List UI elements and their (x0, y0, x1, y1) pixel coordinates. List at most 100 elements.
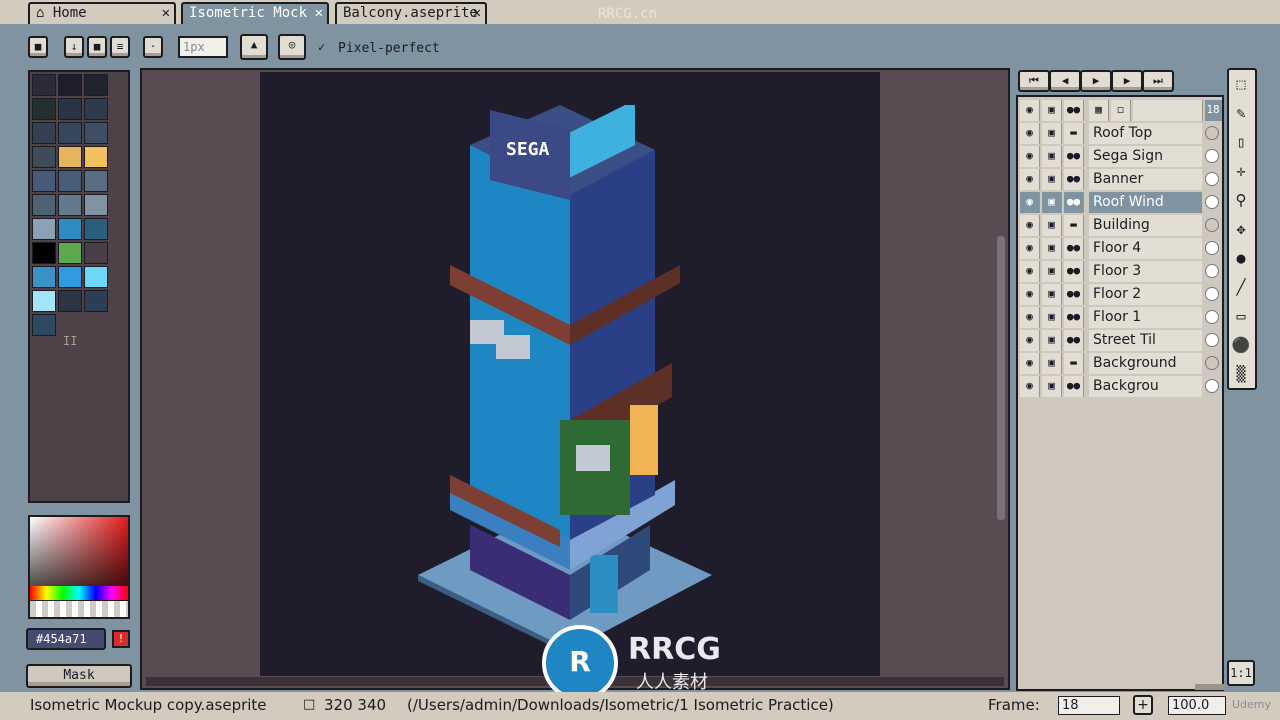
layer-name[interactable]: Roof Top (1089, 123, 1202, 144)
layer-name[interactable]: Background (1089, 353, 1202, 374)
cel-icon[interactable] (1205, 356, 1219, 370)
eye-icon[interactable]: ◉ (1020, 261, 1040, 282)
lock-icon[interactable]: ▣ (1042, 307, 1062, 328)
next-frame-icon[interactable]: ▶ (1111, 70, 1143, 92)
layers-scroll[interactable] (1195, 684, 1225, 690)
lock-icon[interactable]: ▣ (1042, 100, 1062, 121)
cel-icon[interactable] (1205, 218, 1219, 232)
line-icon[interactable]: ╱ (1229, 275, 1253, 299)
zoom-icon[interactable]: ⚲ (1229, 188, 1253, 212)
rectangular-marquee-icon[interactable]: ⬚ (1229, 72, 1253, 96)
hue-slider[interactable] (30, 586, 128, 600)
cel-icon[interactable] (1205, 195, 1219, 209)
lock-icon[interactable]: ▣ (1042, 353, 1062, 374)
palette-swatch[interactable] (32, 170, 56, 192)
tab-balcony-close-icon[interactable]: ✕ (473, 4, 481, 22)
lock-icon[interactable]: ▣ (1042, 376, 1062, 397)
layer-name[interactable]: Building (1089, 215, 1202, 236)
move-icon[interactable]: ✥ (1229, 217, 1253, 241)
tab-isometric-mock[interactable]: Isometric Mock ✕ (181, 2, 329, 24)
palette-swatch[interactable] (58, 122, 82, 144)
palette-swatch[interactable] (58, 290, 82, 312)
cel-icon[interactable] (1205, 241, 1219, 255)
lock-icon[interactable]: ▣ (1042, 261, 1062, 282)
eye-icon[interactable]: ◉ (1020, 100, 1040, 121)
eye-icon[interactable]: ◉ (1020, 376, 1040, 397)
folder-icon[interactable]: ▬ (1064, 353, 1084, 374)
search-icon[interactable]: ◎ (278, 34, 306, 60)
first-frame-icon[interactable]: ⏮ (1018, 70, 1050, 92)
palette-swatch[interactable] (58, 194, 82, 216)
lock-icon[interactable]: ▣ (1042, 169, 1062, 190)
lock-icon[interactable]: ▣ (1042, 238, 1062, 259)
cel-icon[interactable] (1205, 264, 1219, 278)
palette-swatch[interactable] (58, 170, 82, 192)
layer-name[interactable]: Floor 4 (1089, 238, 1202, 259)
pencil-icon[interactable]: ✎ (1229, 101, 1253, 125)
blob-icon[interactable]: ⚫ (1229, 333, 1253, 357)
palette-swatch[interactable] (32, 266, 56, 288)
palette-swatch[interactable] (84, 170, 108, 192)
actual-size-button[interactable]: 1:1 (1227, 660, 1255, 686)
layer-row[interactable]: ◉ ▣ ▬ Roof Top (1018, 122, 1222, 145)
ink-icon[interactable]: ▲ (240, 34, 268, 60)
layer-row[interactable]: ◉ ▣ ●● Street Til (1018, 329, 1222, 352)
cel-icon[interactable] (1205, 172, 1219, 186)
layer-name[interactable]: Roof Wind (1089, 192, 1202, 213)
tab-balcony[interactable]: Balcony.aseprite ✕ (335, 2, 487, 24)
eye-icon[interactable]: ◉ (1020, 238, 1040, 259)
lock-icon[interactable]: ▣ (1042, 284, 1062, 305)
rectangle-icon[interactable]: ▭ (1229, 304, 1253, 328)
lock-icon[interactable]: ■ (28, 36, 48, 58)
layer-name[interactable]: Banner (1089, 169, 1202, 190)
eye-icon[interactable]: ◉ (1020, 284, 1040, 305)
palette-swatch[interactable] (32, 146, 56, 168)
palette-swatch[interactable] (32, 98, 56, 120)
tab-isometric-mock-close-icon[interactable]: ✕ (315, 4, 323, 22)
link-icon[interactable]: ●● (1064, 284, 1084, 305)
layer-row[interactable]: ◉ ▣ ●● Backgrou (1018, 375, 1222, 398)
cel-icon[interactable] (1205, 333, 1219, 347)
layer-name[interactable]: Street Til (1089, 330, 1202, 351)
layer-name[interactable]: Backgrou (1089, 376, 1202, 397)
dot-brush-icon[interactable]: · (143, 36, 163, 58)
layer-row[interactable]: ◉ ▣ ●● Banner (1018, 168, 1222, 191)
cel-icon[interactable] (1205, 126, 1219, 140)
menu-icon[interactable]: ≡ (110, 36, 130, 58)
eye-icon[interactable]: ◉ (1020, 192, 1040, 213)
lock-icon[interactable]: ▣ (1042, 146, 1062, 167)
arrow-down-icon[interactable]: ↓ (64, 36, 84, 58)
palette-swatch[interactable] (32, 218, 56, 240)
folder-icon[interactable]: ▬ (1064, 215, 1084, 236)
mask-button[interactable]: Mask (26, 664, 132, 688)
eye-icon[interactable]: ◉ (1020, 330, 1040, 351)
palette-swatch[interactable] (32, 194, 56, 216)
link-icon[interactable]: ●● (1064, 146, 1084, 167)
layer-name[interactable]: Sega Sign (1089, 146, 1202, 167)
eraser-icon[interactable]: ▯ (1229, 130, 1253, 154)
eye-icon[interactable]: ◉ (1020, 215, 1040, 236)
palette-swatch[interactable] (58, 242, 82, 264)
lock-icon[interactable]: ▣ (1042, 192, 1062, 213)
palette-swatch[interactable] (84, 290, 108, 312)
lock-icon[interactable]: ▣ (1042, 330, 1062, 351)
layer-row[interactable]: ◉ ▣ ●● Floor 3 (1018, 260, 1222, 283)
palette-swatch[interactable] (84, 242, 108, 264)
palette-swatch[interactable] (84, 146, 108, 168)
layer-row[interactable]: ◉ ▣ ●● Floor 4 (1018, 237, 1222, 260)
pixel-perfect-checkbox[interactable]: ✓ (318, 40, 325, 54)
link-icon[interactable]: ●● (1064, 330, 1084, 351)
layer-row[interactable]: ◉ ▣ ▬ Background (1018, 352, 1222, 375)
brush-size-input[interactable]: 1px (178, 36, 228, 58)
palette-swatch[interactable] (84, 218, 108, 240)
lock-icon[interactable]: ▣ (1042, 215, 1062, 236)
link-icon[interactable]: ●● (1064, 307, 1084, 328)
palette-swatch[interactable] (32, 290, 56, 312)
link-icon[interactable]: ●● (1064, 192, 1084, 213)
palette-swatch[interactable] (84, 194, 108, 216)
palette-swatch[interactable] (32, 314, 56, 336)
prev-frame-icon[interactable]: ◀ (1049, 70, 1081, 92)
link-icon[interactable]: ●● (1064, 169, 1084, 190)
layer-row[interactable]: ◉ ▣ ●● Roof Wind (1018, 191, 1222, 214)
layer-name[interactable]: Floor 1 (1089, 307, 1202, 328)
